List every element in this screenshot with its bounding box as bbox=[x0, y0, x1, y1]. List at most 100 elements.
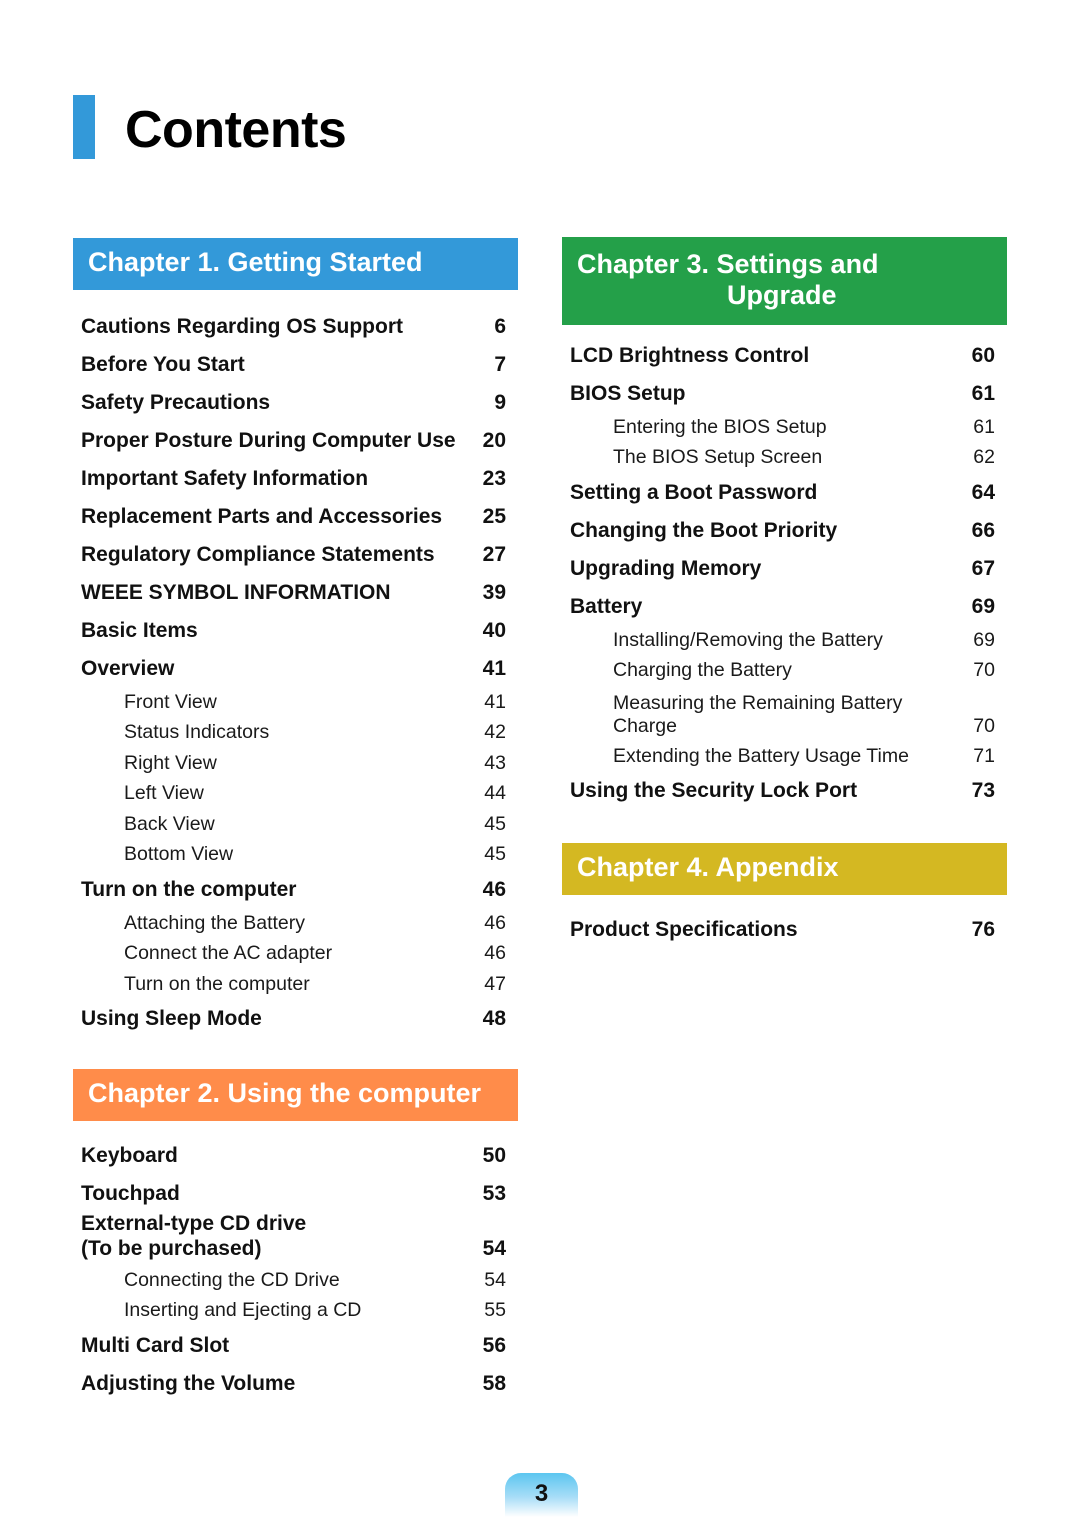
toc-subentry[interactable]: Extending the Battery Usage Time 71 bbox=[562, 741, 1007, 772]
toc-entry-page: 64 bbox=[971, 480, 995, 504]
toc-subentry[interactable]: Inserting and Ejecting a CD 55 bbox=[73, 1296, 518, 1327]
toc-entry-label: Inserting and Ejecting a CD bbox=[124, 1299, 362, 1322]
toc-entry-page: 70 bbox=[973, 715, 995, 737]
toc-entry-label: Front View bbox=[124, 690, 217, 713]
toc-entry[interactable]: External-type CD drive (To be purchased)… bbox=[73, 1212, 518, 1265]
toc-entry-label: Entering the BIOS Setup bbox=[613, 415, 827, 438]
toc-subentry[interactable]: Attaching the Battery 46 bbox=[73, 908, 518, 939]
toc-entry[interactable]: LCD Brightness Control 60 bbox=[562, 336, 1007, 374]
toc-entry-page: 70 bbox=[973, 659, 995, 682]
toc-subentry[interactable]: Left View 44 bbox=[73, 779, 518, 810]
toc-subentry[interactable]: Right View 43 bbox=[73, 748, 518, 779]
toc-entry-page: 66 bbox=[971, 518, 995, 542]
toc-entry-page: 27 bbox=[482, 542, 506, 566]
toc-entry[interactable]: Before You Start 7 bbox=[73, 345, 518, 383]
toc-entry-label: Overview bbox=[81, 656, 175, 680]
toc-subentry[interactable]: Bottom View 45 bbox=[73, 840, 518, 871]
toc-entry-label: Attaching the Battery bbox=[124, 911, 306, 934]
toc-entry-page: 46 bbox=[484, 911, 506, 934]
toc-entry[interactable]: Basic Items 40 bbox=[73, 611, 518, 649]
toc-entry-page: 50 bbox=[482, 1143, 506, 1167]
toc-entry-label: Product Specifications bbox=[570, 917, 798, 941]
toc-entry-page: 61 bbox=[973, 415, 995, 438]
toc-entry-page: 7 bbox=[494, 352, 506, 376]
toc-entry[interactable]: Keyboard 50 bbox=[73, 1136, 518, 1174]
toc-subentry[interactable]: Charging the Battery 70 bbox=[562, 656, 1007, 687]
toc-entry[interactable]: Upgrading Memory 67 bbox=[562, 549, 1007, 587]
toc-entry[interactable]: Overview 41 bbox=[73, 649, 518, 687]
toc-entry-page: 44 bbox=[484, 782, 506, 805]
toc-entry[interactable]: Battery 69 bbox=[562, 587, 1007, 625]
toc-entry-label: LCD Brightness Control bbox=[570, 343, 810, 367]
toc-entry-label: Adjusting the Volume bbox=[81, 1371, 296, 1395]
toc-entry[interactable]: Replacement Parts and Accessories 25 bbox=[73, 497, 518, 535]
toc-entry[interactable]: Changing the Boot Priority 66 bbox=[562, 511, 1007, 549]
toc-entry-label: Extending the Battery Usage Time bbox=[613, 744, 909, 767]
toc-entry-label: Battery bbox=[570, 594, 643, 618]
toc-entry-page: 55 bbox=[484, 1299, 506, 1322]
toc-entry[interactable]: Proper Posture During Computer Use 20 bbox=[73, 421, 518, 459]
chapter-1-header[interactable]: Chapter 1. Getting Started bbox=[73, 238, 518, 290]
toc-subentry[interactable]: Connect the AC adapter 46 bbox=[73, 939, 518, 970]
toc-entry[interactable]: Setting a Boot Password 64 bbox=[562, 473, 1007, 511]
toc-entry-page: 45 bbox=[484, 843, 506, 866]
toc-entry-page: 71 bbox=[973, 744, 995, 767]
toc-entry-page: 46 bbox=[484, 942, 506, 965]
toc-entry[interactable]: Turn on the computer 46 bbox=[73, 870, 518, 908]
toc-subentry[interactable]: Connecting the CD Drive 54 bbox=[73, 1265, 518, 1296]
toc-entry-page: 76 bbox=[971, 917, 995, 941]
toc-entry-page: 48 bbox=[482, 1007, 506, 1030]
toc-entry-page: 25 bbox=[482, 504, 506, 528]
toc-entry-page: 69 bbox=[971, 594, 995, 618]
toc-subentry[interactable]: Entering the BIOS Setup 61 bbox=[562, 412, 1007, 443]
toc-entry-page: 56 bbox=[482, 1333, 506, 1357]
toc-entry[interactable]: Using Sleep Mode 48 bbox=[73, 1000, 518, 1038]
toc-entry-label: External-type CD drive (To be purchased) bbox=[81, 1212, 307, 1260]
toc-entry-label: Back View bbox=[124, 812, 215, 835]
chapter-3-header[interactable]: Chapter 3. Settings and Upgrade bbox=[562, 237, 1007, 325]
toc-entry-page: 60 bbox=[971, 343, 995, 367]
toc-entry-label: Before You Start bbox=[81, 352, 245, 376]
chapter-1-toc: Cautions Regarding OS Support 6 Before You… bbox=[73, 307, 518, 1038]
toc-entry[interactable]: Safety Precautions 9 bbox=[73, 383, 518, 421]
toc-entry-label: Turn on the computer bbox=[124, 972, 310, 995]
toc-entry-page: 61 bbox=[971, 381, 995, 405]
toc-entry-label: Measuring the Remaining Battery Charge bbox=[613, 692, 903, 737]
page-title: Contents bbox=[125, 101, 347, 159]
toc-entry-page: 46 bbox=[482, 877, 506, 901]
chapter-3-title-line1: Chapter 3. Settings and bbox=[577, 249, 879, 279]
chapter-3-toc: LCD Brightness Control 60 BIOS Setup 61 Ente… bbox=[562, 336, 1007, 810]
toc-entry-label: Touchpad bbox=[81, 1181, 180, 1205]
toc-entry-label: Installing/Removing the Battery bbox=[613, 628, 883, 651]
toc-entry-label: Multi Card Slot bbox=[81, 1333, 230, 1357]
toc-entry[interactable]: WEEE SYMBOL INFORMATION 39 bbox=[73, 573, 518, 611]
toc-entry-page: 9 bbox=[494, 390, 506, 414]
toc-subentry[interactable]: The BIOS Setup Screen 62 bbox=[562, 443, 1007, 474]
toc-entry[interactable]: Adjusting the Volume 58 bbox=[73, 1364, 518, 1402]
toc-subentry[interactable]: Status Indicators 42 bbox=[73, 718, 518, 749]
toc-subentry[interactable]: Back View 45 bbox=[73, 809, 518, 840]
toc-entry-label: Bottom View bbox=[124, 843, 234, 866]
title-accent-bar bbox=[73, 95, 95, 159]
toc-entry-label: The BIOS Setup Screen bbox=[613, 446, 823, 469]
toc-subentry[interactable]: Turn on the computer 47 bbox=[73, 969, 518, 1000]
toc-subentry[interactable]: Front View 41 bbox=[73, 687, 518, 718]
toc-entry-label: Charging the Battery bbox=[613, 659, 792, 682]
chapter-2-header[interactable]: Chapter 2. Using the computer bbox=[73, 1069, 518, 1121]
toc-entry[interactable]: Using the Security Lock Port 73 bbox=[562, 772, 1007, 810]
toc-entry[interactable]: Regulatory Compliance Statements 27 bbox=[73, 535, 518, 573]
toc-entry-label: Right View bbox=[124, 751, 217, 774]
toc-entry-page: 58 bbox=[482, 1371, 506, 1395]
chapter-4-header[interactable]: Chapter 4. Appendix bbox=[562, 843, 1007, 895]
toc-entry-label: Upgrading Memory bbox=[570, 556, 762, 580]
toc-subentry[interactable]: Installing/Removing the Battery 69 bbox=[562, 625, 1007, 656]
toc-entry[interactable]: Product Specifications 76 bbox=[562, 910, 1007, 948]
toc-entry[interactable]: Touchpad 53 bbox=[73, 1174, 518, 1212]
toc-entry[interactable]: Important Safety Information 23 bbox=[73, 459, 518, 497]
toc-entry[interactable]: Multi Card Slot 56 bbox=[73, 1326, 518, 1364]
toc-subentry[interactable]: Measuring the Remaining Battery Charge 70 bbox=[562, 686, 1007, 741]
toc-entry[interactable]: BIOS Setup 61 bbox=[562, 374, 1007, 412]
toc-entry[interactable]: Cautions Regarding OS Support 6 bbox=[73, 307, 518, 345]
toc-entry-page: 54 bbox=[484, 1268, 506, 1291]
toc-entry-label: Regulatory Compliance Statements bbox=[81, 542, 435, 566]
